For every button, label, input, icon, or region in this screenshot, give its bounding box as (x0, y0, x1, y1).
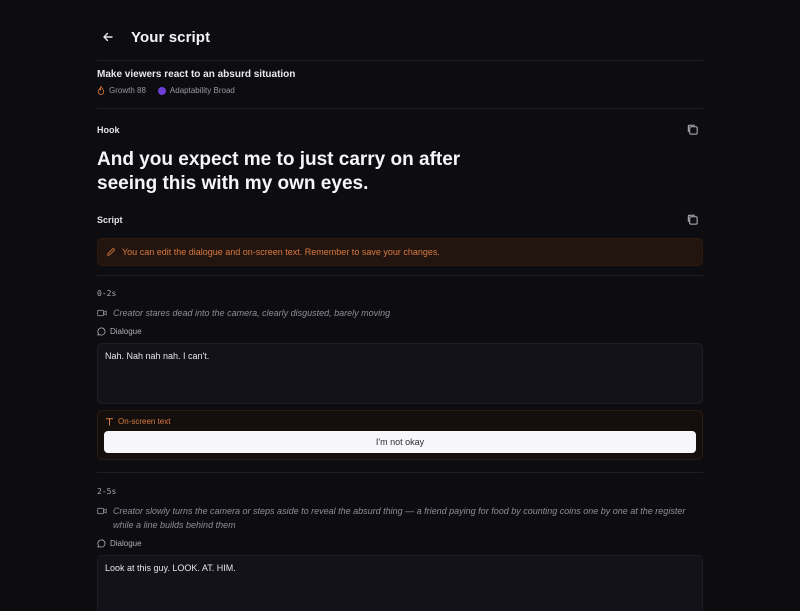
copy-hook-button[interactable] (686, 123, 700, 137)
divider (97, 108, 703, 109)
dialogue-input[interactable]: Look at this guy. LOOK. AT. HIM. (97, 555, 703, 611)
page-title: Your script (131, 28, 211, 46)
video-camera-icon (97, 507, 107, 515)
adaptability-dot-icon (157, 86, 166, 95)
divider (97, 60, 703, 61)
edit-notice-text: You can edit the dialogue and on-screen … (122, 247, 440, 257)
script-label: Script (97, 215, 123, 225)
segment-time: 2-5s (97, 487, 117, 496)
idea-meta: Growth 88 Adaptability Broad (97, 86, 235, 95)
dialogue-label: Dialogue (97, 539, 142, 548)
copy-icon (687, 124, 698, 135)
video-camera-icon (97, 309, 107, 317)
segment-action: Creator stares dead into the camera, cle… (97, 306, 703, 320)
speech-bubble-icon (97, 327, 106, 336)
segment-action: Creator slowly turns the camera or steps… (97, 504, 697, 532)
copy-icon (687, 214, 698, 225)
idea-title: Make viewers react to an absurd situatio… (97, 69, 296, 80)
page-header: Your script (97, 26, 210, 48)
arrow-left-icon (103, 32, 113, 42)
segment-action-text: Creator stares dead into the camera, cle… (113, 308, 391, 318)
text-t-icon (105, 418, 114, 426)
growth-badge: Growth 88 (97, 86, 146, 95)
hook-text[interactable]: And you expect me to just carry on after… (97, 148, 477, 196)
adaptability-badge: Adaptability Broad (157, 86, 235, 95)
growth-text: Growth 88 (109, 86, 146, 95)
dialogue-label: Dialogue (97, 327, 142, 336)
back-button[interactable] (97, 26, 119, 48)
pencil-icon (107, 248, 115, 256)
adaptability-text: Adaptability Broad (169, 86, 235, 95)
on-screen-text-label: On-screen text (105, 417, 170, 426)
edit-notice: You can edit the dialogue and on-screen … (97, 238, 703, 266)
dialogue-input[interactable]: Nah. Nah nah nah. I can't. (97, 343, 703, 404)
script-page: Your script Make viewers react to an abs… (0, 0, 800, 611)
on-screen-text-panel: On-screen text I'm not okay (97, 410, 703, 460)
divider (97, 275, 703, 276)
speech-bubble-icon (97, 539, 106, 548)
on-screen-text-input[interactable]: I'm not okay (104, 431, 696, 453)
hook-label: Hook (97, 125, 120, 135)
segment-time: 0-2s (97, 289, 117, 298)
flame-icon (97, 86, 105, 95)
divider (97, 472, 703, 473)
copy-script-button[interactable] (686, 213, 700, 227)
segment-action-text: Creator slowly turns the camera or steps… (113, 506, 686, 530)
